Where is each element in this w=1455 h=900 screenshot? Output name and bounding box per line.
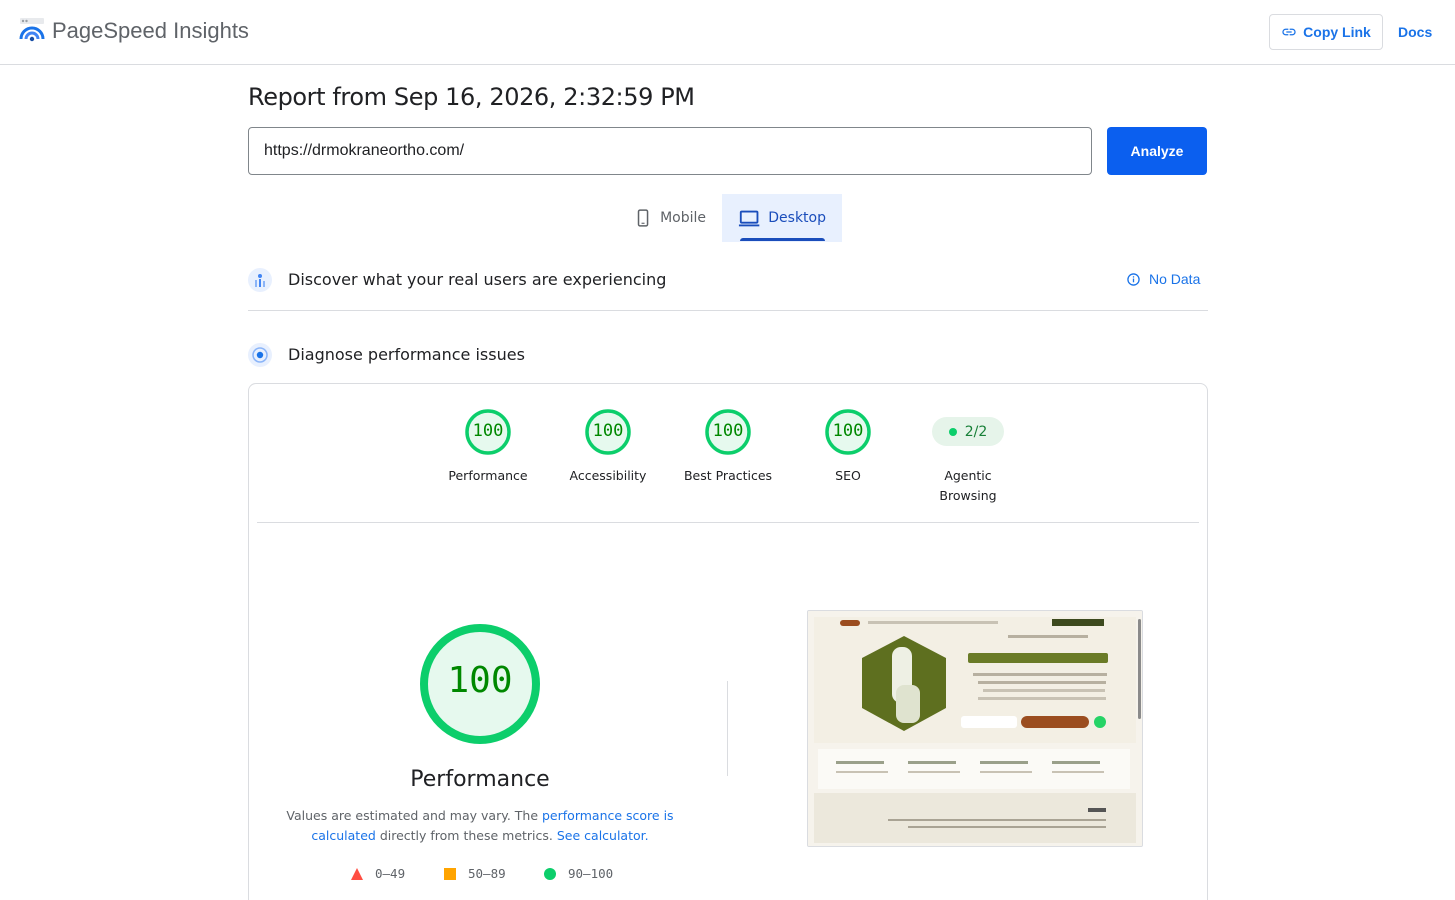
diagnose-icon: [248, 343, 272, 367]
laptop-icon: [738, 210, 760, 227]
tab-mobile[interactable]: Mobile: [618, 194, 722, 242]
disclaimer-text-1: Values are estimated and may vary. The: [286, 808, 542, 823]
copy-link-button[interactable]: Copy Link: [1269, 14, 1383, 50]
tab-desktop[interactable]: Desktop: [722, 194, 842, 242]
copy-link-label: Copy Link: [1303, 24, 1371, 40]
screenshot-preview: [808, 611, 1142, 846]
gauge-label: Performance: [448, 468, 528, 483]
gauge-label: SEO: [835, 468, 861, 483]
gauge-score: 100: [712, 421, 744, 441]
pass-dot-icon: [948, 427, 957, 436]
legend-average: 50–89: [444, 866, 506, 881]
agentic-label-line2: Browsing: [939, 488, 997, 503]
gauge-score: 100: [832, 421, 864, 441]
agentic-value: 2/2: [964, 423, 988, 440]
no-data-label: No Data: [1149, 271, 1201, 287]
agentic-label-line1: Agentic: [944, 468, 992, 483]
legend-pass: 90–100: [544, 866, 613, 881]
square-icon: [444, 867, 456, 880]
performance-title: Performance: [410, 767, 550, 792]
score-gauge-performance[interactable]: 100: [464, 408, 512, 456]
no-data-status[interactable]: No Data: [1127, 271, 1200, 287]
score-gauge-seo[interactable]: 100: [824, 408, 872, 456]
agentic-label[interactable]: Agentic Browsing: [908, 466, 1028, 506]
analyze-button[interactable]: Analyze: [1107, 127, 1207, 175]
panel-divider: [257, 522, 1199, 523]
gauge-label: Accessibility: [569, 468, 647, 483]
gauge-label: Best Practices: [683, 468, 773, 483]
performance-big-score: 100: [447, 660, 513, 701]
performance-disclaimer: Values are estimated and may vary. The p…: [280, 806, 680, 846]
legend-fail: 0–49: [351, 866, 405, 881]
circle-icon: [544, 867, 556, 880]
smartphone-icon: [637, 209, 649, 227]
section-divider: [248, 310, 1208, 311]
disclaimer-text-2: directly from these metrics.: [375, 828, 557, 843]
score-gauge-accessibility[interactable]: 100: [584, 408, 632, 456]
info-icon: [1127, 272, 1140, 286]
selected-tab-indicator: [740, 238, 825, 241]
gauge-score: 100: [472, 421, 504, 441]
pagespeed-logo-icon[interactable]: [19, 17, 45, 43]
gauge-score: 100: [592, 421, 624, 441]
triangle-icon: [351, 867, 363, 880]
score-gauge-best-practices[interactable]: 100: [704, 408, 752, 456]
legend-average-range: 50–89: [468, 866, 506, 881]
see-calculator-link[interactable]: See calculator.: [557, 828, 649, 843]
docs-link[interactable]: Docs: [1398, 24, 1432, 40]
link-icon: [1282, 28, 1296, 36]
url-input[interactable]: [248, 127, 1092, 175]
real-users-icon: [248, 268, 272, 292]
report-title: Report from Sep 16, 2026, 2:32:59 PM: [248, 83, 695, 111]
app-title: PageSpeed Insights: [52, 18, 249, 43]
page-screenshot[interactable]: [807, 610, 1143, 847]
tab-mobile-label: Mobile: [660, 210, 706, 226]
vertical-divider: [727, 681, 728, 776]
legend-fail-range: 0–49: [375, 866, 406, 881]
legend-pass-range: 90–100: [568, 866, 614, 881]
real-users-title: Discover what your real users are experi…: [288, 270, 667, 289]
top-bar: PageSpeed Insights Copy Link Docs: [0, 0, 1455, 65]
tab-desktop-label: Desktop: [768, 210, 826, 226]
agentic-browsing-badge[interactable]: 2/2: [932, 417, 1004, 446]
diagnose-title: Diagnose performance issues: [288, 345, 525, 364]
